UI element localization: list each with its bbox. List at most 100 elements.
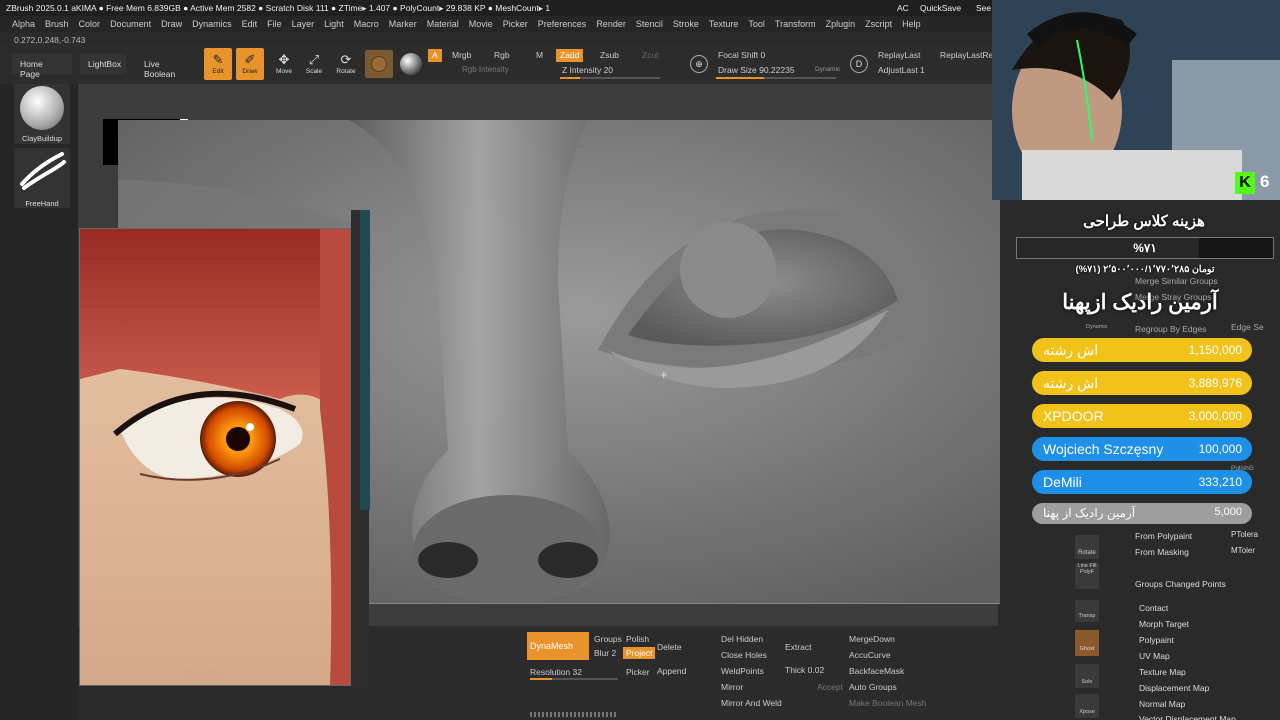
line-fill-button[interactable]: Line Fill PolyF [1075,563,1099,589]
m-toggle[interactable]: M [532,49,547,62]
menu-light[interactable]: Light [324,19,344,29]
replay-icon[interactable]: D [850,55,868,73]
scale-button[interactable]: ⤢ Scale [300,48,328,80]
mirror-and-weld-button[interactable]: Mirror And Weld [721,698,782,708]
menu-stencil[interactable]: Stencil [636,19,663,29]
mrgb-toggle[interactable]: Mrgb [448,49,475,62]
solo-button[interactable]: Solo [1075,664,1099,688]
menu-layer[interactable]: Layer [292,19,315,29]
resolution-track[interactable] [530,678,618,680]
menu-brush[interactable]: Brush [45,19,69,29]
merge-similar-groups-button[interactable]: Merge Similar Groups [1135,276,1218,286]
menu-macro[interactable]: Macro [354,19,379,29]
edit-button[interactable]: ✎ Edit [204,48,232,80]
menu-draw[interactable]: Draw [161,19,182,29]
normal-map-subpalette[interactable]: Normal Map [1139,699,1185,709]
weld-points-button[interactable]: WeldPoints [721,666,764,676]
mtolerance-slider[interactable]: MToler [1231,546,1255,555]
edge-se-slider[interactable]: Edge Se [1231,322,1264,332]
auto-groups-button[interactable]: Auto Groups [849,682,897,692]
menu-help[interactable]: Help [902,19,921,29]
menu-render[interactable]: Render [596,19,626,29]
focal-crosshair-icon[interactable]: ⊕ [690,55,708,73]
polish-toggle[interactable]: Polish [626,634,649,644]
ptolerance-slider[interactable]: PTolera [1231,530,1258,539]
from-polypaint-button[interactable]: From Polypaint [1135,531,1192,541]
merge-down-button[interactable]: MergeDown [849,634,895,644]
menu-zplugin[interactable]: Zplugin [826,19,856,29]
menu-document[interactable]: Document [110,19,151,29]
dynamesh-button[interactable]: DynaMesh [527,632,589,660]
rotate-button[interactable]: ⟳ Rotate [332,48,360,80]
xpose-button[interactable]: Xpose [1075,694,1099,718]
mirror-button[interactable]: Mirror [721,682,743,692]
move-button[interactable]: ✥ Move [270,48,298,80]
blur-slider[interactable]: Blur 2 [594,648,616,658]
vector-displacement-map-subpalette[interactable]: Vector Displacement Map [1139,714,1236,720]
from-masking-button[interactable]: From Masking [1135,547,1189,557]
transp-button[interactable]: Transp [1075,600,1099,622]
picker-button[interactable]: Picker [626,667,650,677]
backface-mask-toggle[interactable]: BackfaceMask [849,666,904,676]
draw-size-slider[interactable]: Draw Size 90.22235 [714,64,799,77]
extract-button[interactable]: Extract [785,642,811,652]
home-page-button[interactable]: Home Page [12,54,72,79]
menu-material[interactable]: Material [427,19,459,29]
menu-preferences[interactable]: Preferences [538,19,587,29]
focal-shift-slider[interactable]: Focal Shift 0 [714,49,769,62]
draw-button[interactable]: ✐ Draw [236,48,264,80]
see-through-label[interactable]: See [976,3,991,13]
close-holes-button[interactable]: Close Holes [721,650,767,660]
menu-dynamics[interactable]: Dynamics [192,19,232,29]
morph-target-subpalette[interactable]: Morph Target [1139,619,1189,629]
rgb-intensity-slider[interactable]: Rgb Intensity [458,64,513,77]
accept-button[interactable]: Accept [817,682,843,692]
draw-size-track[interactable] [716,77,836,79]
freehand-stroke[interactable]: FreeHand [14,148,70,208]
displacement-map-subpalette[interactable]: Displacement Map [1139,683,1209,693]
replay-last-button[interactable]: ReplayLast [874,49,925,62]
dynamic-toggle[interactable]: Dynamic [815,66,840,73]
clay-buildup-brush[interactable]: ClayBuildup [14,84,70,144]
groups-toggle[interactable]: Groups [594,634,622,644]
menu-marker[interactable]: Marker [389,19,417,29]
lightbox-button[interactable]: LightBox [80,54,126,74]
menu-zscript[interactable]: Zscript [865,19,892,29]
append-button[interactable]: Append [657,666,686,676]
thick-slider[interactable]: Thick 0.02 [785,665,824,675]
contact-subpalette[interactable]: Contact [1139,603,1168,613]
menu-texture[interactable]: Texture [709,19,739,29]
menu-picker[interactable]: Picker [503,19,528,29]
replay-last-rel-button[interactable]: ReplayLastRel [936,49,994,62]
a-toggle[interactable]: A [428,49,442,62]
groups-changed-points-button[interactable]: Groups Changed Points [1135,579,1226,589]
color-picker-sphere-icon[interactable] [400,53,422,75]
live-boolean-button[interactable]: Live Boolean [136,54,194,79]
rotate-view-button[interactable]: Rotate [1075,535,1099,559]
menu-transform[interactable]: Transform [775,19,816,29]
delete-button[interactable]: Delete [657,642,682,652]
zsub-toggle[interactable]: Zsub [596,49,623,62]
zcut-toggle[interactable]: Zcut [638,49,663,62]
accu-curve-toggle[interactable]: AccuCurve [849,650,891,660]
del-hidden-button[interactable]: Del Hidden [721,634,763,644]
ghost-button[interactable]: Ghost [1075,630,1099,656]
regroup-by-edges-button[interactable]: Regroup By Edges [1135,324,1206,334]
uv-map-subpalette[interactable]: UV Map [1139,651,1170,661]
quicksave-button[interactable]: QuickSave [920,3,961,13]
texture-map-subpalette[interactable]: Texture Map [1139,667,1186,677]
material-swatch[interactable] [365,50,393,78]
menu-stroke[interactable]: Stroke [673,19,699,29]
menu-tool[interactable]: Tool [748,19,765,29]
polypaint-subpalette[interactable]: Polypaint [1139,635,1174,645]
menu-file[interactable]: File [267,19,282,29]
zadd-toggle[interactable]: Zadd [556,49,584,62]
panel-resize-grip[interactable] [530,712,616,717]
rgb-toggle[interactable]: Rgb [490,49,514,62]
menu-alpha[interactable]: Alpha [12,19,35,29]
adjust-last-slider[interactable]: AdjustLast 1 [874,64,929,77]
z-intensity-track[interactable] [560,77,660,79]
resolution-slider[interactable]: Resolution 32 [530,667,582,677]
menu-edit[interactable]: Edit [242,19,258,29]
project-toggle[interactable]: Project [623,647,656,659]
